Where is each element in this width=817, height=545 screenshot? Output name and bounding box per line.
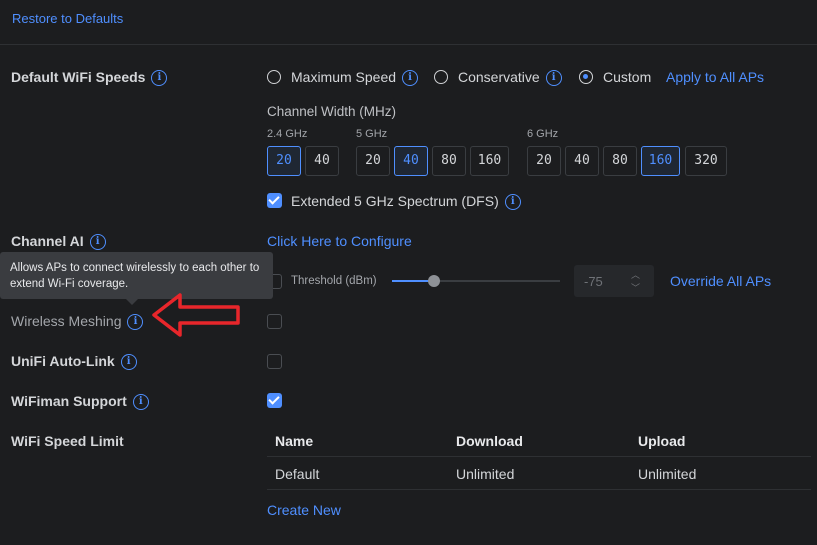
dfs-option: Extended 5 GHz Spectrum (DFS) i xyxy=(291,193,521,211)
dfs-checkbox[interactable] xyxy=(267,193,282,208)
column-header-name: Name xyxy=(275,433,314,449)
auto-link-checkbox[interactable] xyxy=(267,354,282,369)
info-icon[interactable]: i xyxy=(127,314,144,331)
radio-maximum-speed[interactable] xyxy=(267,70,281,84)
wireless-meshing-checkbox[interactable] xyxy=(267,314,282,329)
info-icon[interactable]: i xyxy=(402,70,419,87)
row-upload: Unlimited xyxy=(638,466,697,482)
override-all-aps-link[interactable]: Override All APs xyxy=(670,273,771,289)
info-icon[interactable]: i xyxy=(132,394,149,411)
unifi-auto-link-label: UniFi Auto-Link i xyxy=(11,353,137,371)
tooltip-pointer xyxy=(126,299,138,305)
chevron-down-icon[interactable]: ﹀ xyxy=(631,281,640,294)
threshold-slider-handle[interactable] xyxy=(428,275,440,287)
conservative-option[interactable]: Conservative i xyxy=(458,69,562,87)
chevron-up-icon[interactable]: ︿ xyxy=(631,268,640,281)
info-icon[interactable]: i xyxy=(120,354,137,371)
threshold-input[interactable]: -75 ︿ ﹀ xyxy=(574,265,654,297)
width-6-20[interactable]: 20 xyxy=(527,146,561,176)
band-5-label: 5 GHz xyxy=(356,128,388,140)
create-new-link[interactable]: Create New xyxy=(267,502,341,518)
width-5-80[interactable]: 80 xyxy=(432,146,466,176)
width-24-20[interactable]: 20 xyxy=(267,146,301,176)
row-name: Default xyxy=(275,466,320,482)
wifiman-support-label: WiFiman Support i xyxy=(11,393,149,411)
band-24-label: 2.4 GHz xyxy=(267,128,308,140)
width-6-160[interactable]: 160 xyxy=(641,146,680,176)
column-header-upload: Upload xyxy=(638,433,686,449)
band-6-label: 6 GHz xyxy=(527,128,559,140)
speed-limit-table: Name Download Upload Default Unlimited U… xyxy=(267,424,811,490)
annotation-arrow-icon xyxy=(152,293,240,337)
custom-option[interactable]: Custom xyxy=(603,69,651,85)
row-download: Unlimited xyxy=(456,466,515,482)
table-bottom-divider xyxy=(267,489,811,490)
configure-channel-ai-link[interactable]: Click Here to Configure xyxy=(267,233,412,249)
info-icon[interactable]: i xyxy=(545,70,562,87)
table-row[interactable]: Default Unlimited Unlimited xyxy=(267,457,811,489)
threshold-value: -75 xyxy=(584,274,603,289)
info-icon[interactable]: i xyxy=(504,194,521,211)
width-6-80[interactable]: 80 xyxy=(603,146,637,176)
wifiman-checkbox[interactable] xyxy=(267,393,282,408)
radio-conservative[interactable] xyxy=(434,70,448,84)
wireless-meshing-label: Wireless Meshing i xyxy=(11,313,144,331)
maximum-speed-option[interactable]: Maximum Speed i xyxy=(291,69,419,87)
width-5-40[interactable]: 40 xyxy=(394,146,428,176)
width-5-160[interactable]: 160 xyxy=(470,146,509,176)
default-wifi-speeds-label: Default WiFi Speeds i xyxy=(11,69,168,87)
radio-custom[interactable] xyxy=(579,70,593,84)
channel-width-label: Channel Width (MHz) xyxy=(267,104,397,119)
top-divider xyxy=(0,44,817,45)
width-6-40[interactable]: 40 xyxy=(565,146,599,176)
info-icon[interactable]: i xyxy=(89,234,106,251)
threshold-label: Threshold (dBm) xyxy=(291,275,377,287)
width-5-20[interactable]: 20 xyxy=(356,146,390,176)
apply-to-all-aps-link[interactable]: Apply to All APs xyxy=(666,69,764,85)
wifi-speed-limit-label: WiFi Speed Limit xyxy=(11,433,124,449)
width-24-40[interactable]: 40 xyxy=(305,146,339,176)
channel-ai-label: Channel AI i xyxy=(11,233,106,251)
column-header-download: Download xyxy=(456,433,523,449)
width-6-320[interactable]: 320 xyxy=(685,146,727,176)
info-icon[interactable]: i xyxy=(151,70,168,87)
restore-defaults-link[interactable]: Restore to Defaults xyxy=(12,11,123,26)
